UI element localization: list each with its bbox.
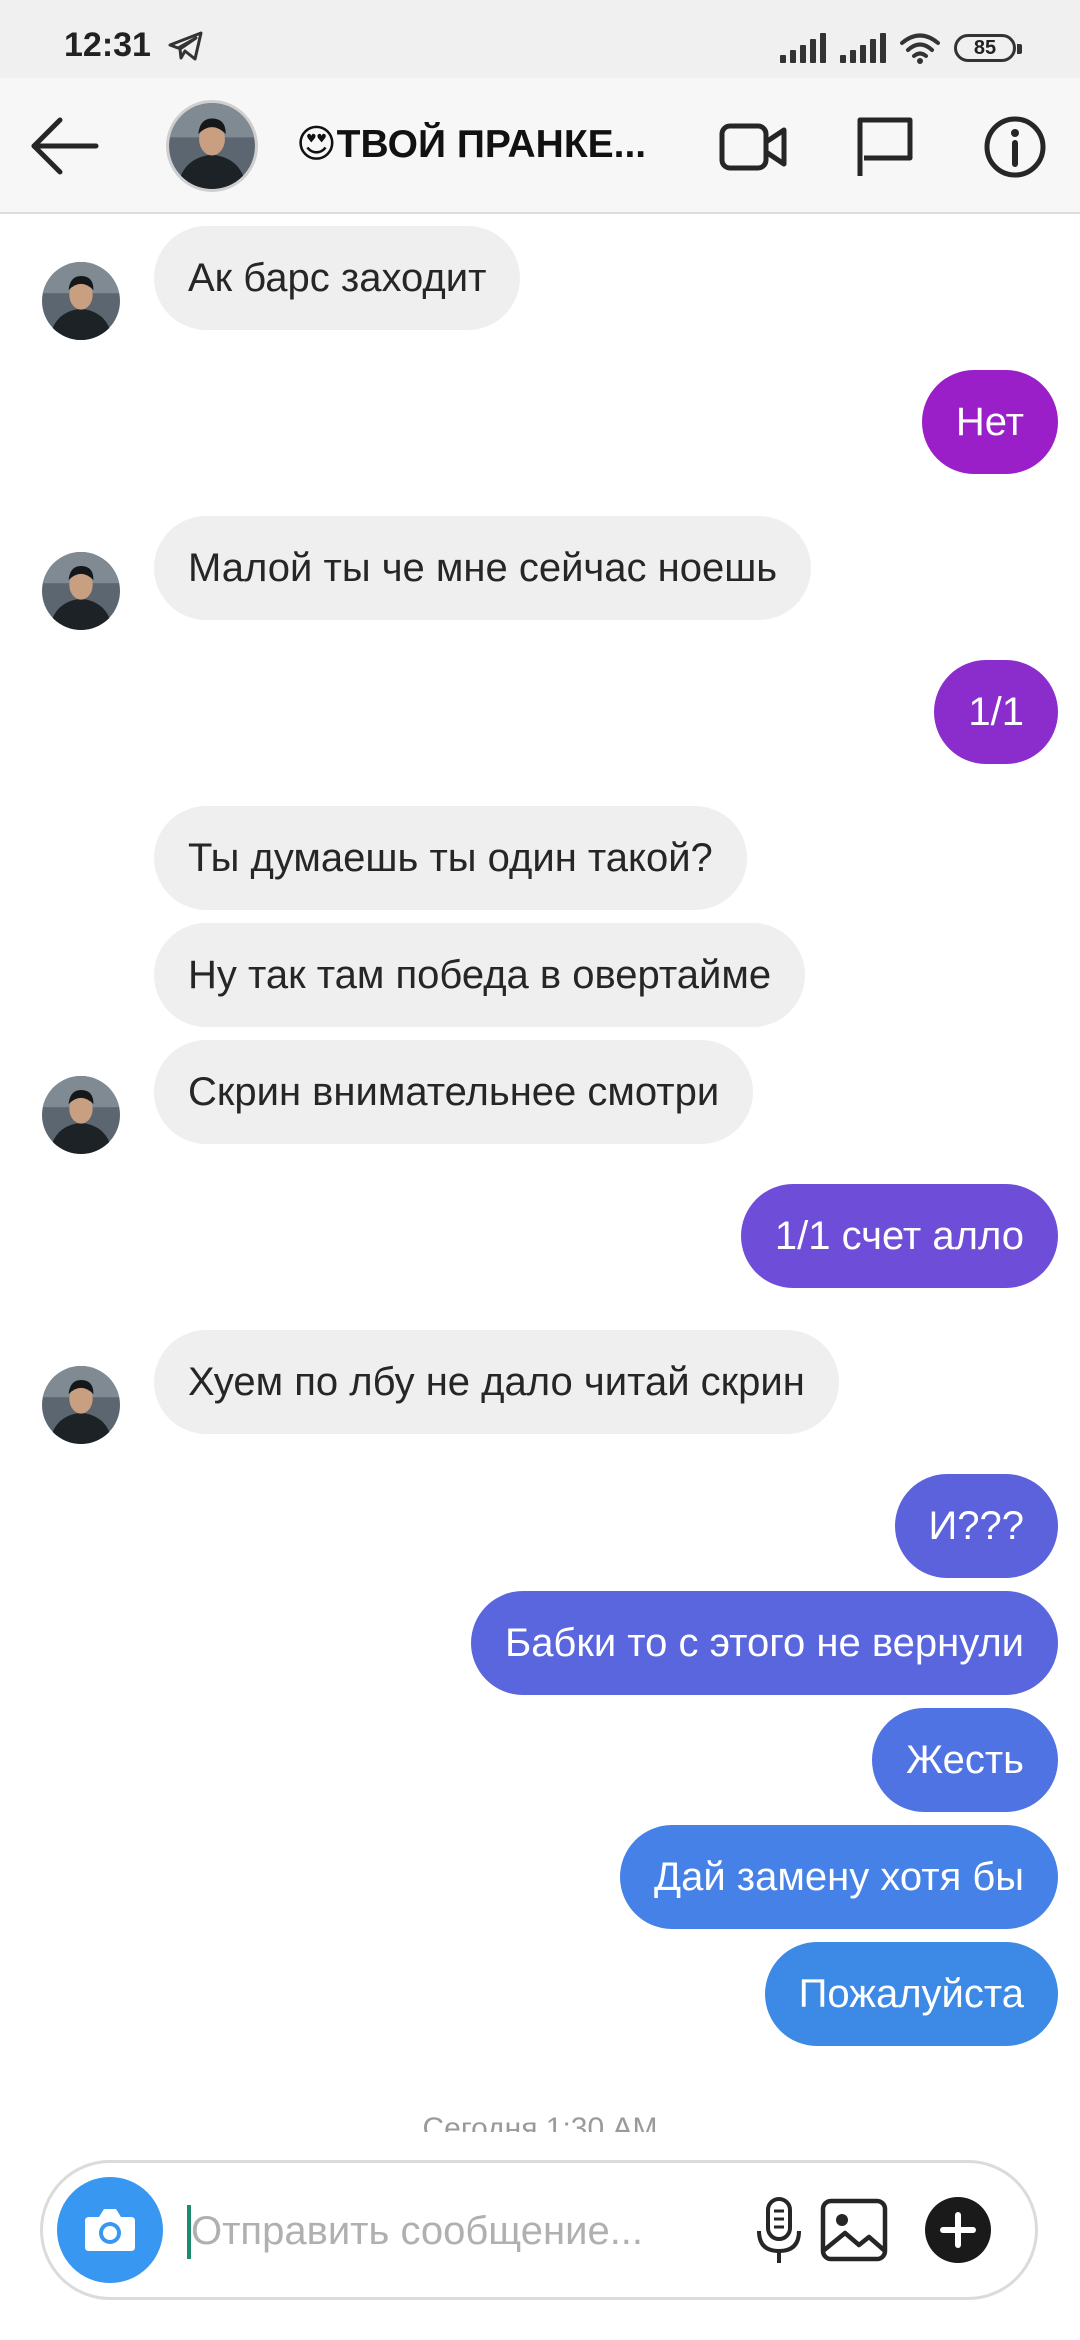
gallery-icon[interactable] (815, 2193, 895, 2269)
sender-avatar[interactable] (42, 1076, 120, 1154)
telegram-icon (168, 31, 203, 61)
chat-title[interactable]: 😍ТВОЙ ПРАНКЕ... (296, 122, 646, 167)
video-call-icon[interactable] (718, 114, 788, 180)
message-bubble-incoming[interactable]: Ты думаешь ты один такой? (154, 806, 747, 910)
chat-header: 😍ТВОЙ ПРАНКЕ... (0, 78, 1080, 214)
info-icon[interactable] (980, 114, 1050, 180)
sender-avatar[interactable] (42, 552, 120, 630)
message-bubble-outgoing[interactable]: 1/1 (934, 660, 1058, 764)
message-bubble-outgoing[interactable]: Дай замену хотя бы (620, 1825, 1058, 1929)
battery-level: 85 (973, 36, 997, 59)
signal-icon (840, 33, 886, 63)
message-bubble-outgoing[interactable]: Бабки то с этого не вернули (470, 1591, 1058, 1695)
camera-icon (85, 2209, 135, 2251)
microphone-icon[interactable] (747, 2191, 811, 2271)
status-time: 12:31 (64, 26, 151, 64)
battery-icon: 85 (954, 34, 1022, 62)
message-bubble-incoming[interactable]: Малой ты че мне сейчас ноешь (154, 516, 812, 620)
status-bar: 12:31 85 (0, 0, 1080, 78)
sender-avatar[interactable] (42, 262, 120, 340)
plus-icon[interactable] (923, 2195, 993, 2265)
wifi-icon (900, 33, 940, 64)
flag-icon[interactable] (850, 114, 920, 180)
message-bubble-incoming[interactable]: Хуем по лбу не дало читай скрин (154, 1330, 839, 1434)
message-bubble-outgoing[interactable]: Нет (921, 370, 1058, 474)
timestamp: Сегодня 1:30 AM (422, 2112, 658, 2132)
profile-photo (169, 103, 255, 189)
message-input[interactable] (191, 2199, 731, 2263)
header-avatar[interactable] (166, 100, 258, 192)
message-bubble-incoming[interactable]: Ну так там победа в овертайме (154, 923, 806, 1027)
message-bubble-outgoing[interactable]: Пожалуйста (764, 1942, 1058, 2046)
message-bubble-incoming[interactable]: Ак барс заходит (154, 226, 521, 330)
message-bubble-outgoing[interactable]: Жесть (872, 1708, 1058, 1812)
camera-button[interactable] (57, 2177, 163, 2283)
signal-icon (780, 33, 826, 63)
message-bubble-incoming[interactable]: Скрин внимательнее смотри (154, 1040, 754, 1144)
sender-avatar[interactable] (42, 1366, 120, 1444)
message-composer (40, 2160, 1038, 2300)
status-icons: 85 (780, 28, 1022, 68)
message-bubble-outgoing[interactable]: И??? (894, 1474, 1058, 1578)
back-arrow-icon[interactable] (26, 108, 102, 184)
message-bubble-outgoing[interactable]: 1/1 счет алло (740, 1184, 1058, 1288)
message-thread[interactable]: Ак барс заходит Нет Малой ты че мне сейч… (0, 212, 1080, 2132)
